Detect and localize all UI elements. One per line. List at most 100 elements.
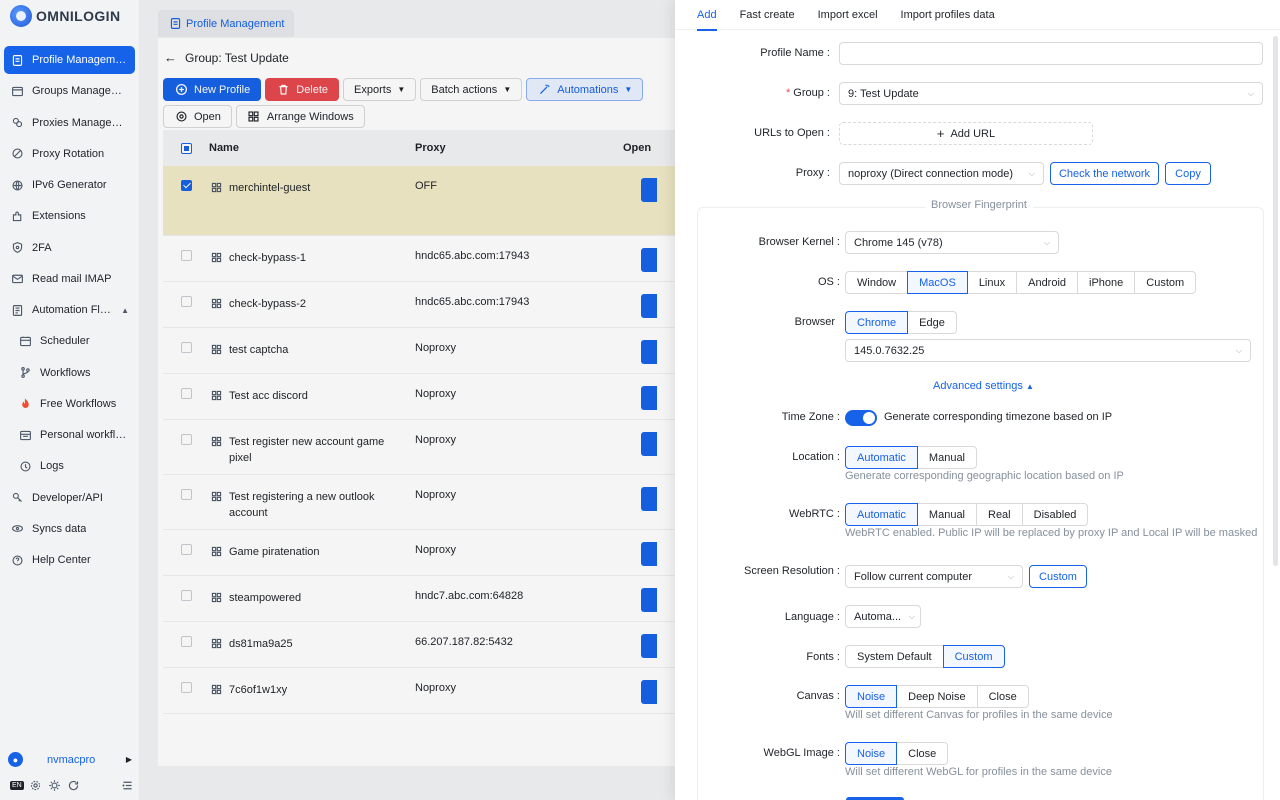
open-profile-button[interactable] (641, 294, 657, 318)
sidebar-item-read-mail-imap[interactable]: Read mail IMAP (4, 265, 135, 293)
profile-name[interactable]: test captcha (229, 342, 389, 358)
sidebar-item-developer-api[interactable]: Developer/API (4, 484, 135, 512)
table-row[interactable]: Test register new account game pixel Nopr… (163, 420, 703, 475)
select-all-checkbox[interactable] (180, 142, 192, 154)
row-checkbox[interactable] (180, 590, 192, 601)
profile-name[interactable]: check-bypass-2 (229, 296, 389, 312)
open-profile-button[interactable] (641, 588, 657, 612)
drawer-scrollbar[interactable] (1273, 36, 1278, 566)
row-checkbox[interactable] (180, 342, 192, 353)
sidebar-item-help-center[interactable]: Help Center (4, 546, 135, 574)
profile-name[interactable]: 7c6of1w1xy (229, 682, 389, 698)
open-profile-button[interactable] (641, 432, 657, 456)
profile-name[interactable]: Test acc discord (229, 388, 389, 404)
advanced-settings-toggle[interactable]: Advanced settings ▲ (933, 380, 1034, 392)
gear-icon[interactable] (29, 778, 43, 792)
check-network-button[interactable]: Check the network (1050, 162, 1159, 185)
tab-fast-create[interactable]: Fast create (740, 0, 795, 30)
column-name[interactable]: Name (209, 142, 415, 154)
tab-import-profiles-data[interactable]: Import profiles data (901, 0, 995, 30)
tab-import-excel[interactable]: Import excel (818, 0, 878, 30)
os-option-android[interactable]: Android (1016, 271, 1079, 294)
language-badge[interactable]: EN (10, 780, 24, 790)
browser-option-chrome[interactable]: Chrome (845, 311, 909, 334)
row-checkbox[interactable] (180, 434, 192, 445)
collapse-sidebar-icon[interactable] (120, 778, 134, 792)
add-url-button[interactable]: + Add URL (839, 122, 1093, 145)
table-row[interactable]: check-bypass-2 hndc65.abc.com:17943 (163, 282, 703, 328)
table-row[interactable]: test captcha Noproxy (163, 328, 703, 374)
sidebar-item-logs[interactable]: Logs (4, 452, 135, 480)
open-button[interactable]: Open (163, 105, 232, 128)
row-checkbox[interactable] (180, 544, 192, 555)
os-option-window[interactable]: Window (845, 271, 909, 294)
table-row[interactable]: merchintel-guest OFF (163, 166, 703, 236)
sun-icon[interactable] (48, 778, 62, 792)
sidebar-item-profile-management[interactable]: Profile Management (4, 46, 135, 74)
table-row[interactable]: ds81ma9a25 66.207.187.82:5432 (163, 622, 703, 668)
row-checkbox[interactable] (180, 682, 192, 693)
webgl-option-close[interactable]: Close (896, 742, 949, 765)
profile-name[interactable]: Game piratenation (229, 544, 389, 560)
table-row[interactable]: 7c6of1w1xy Noproxy (163, 668, 703, 714)
open-profile-button[interactable] (641, 542, 657, 566)
timezone-switch[interactable] (845, 410, 877, 426)
sidebar-item-extensions[interactable]: Extensions (4, 202, 135, 230)
tab-add[interactable]: Add (697, 0, 717, 31)
os-option-macos[interactable]: MacOS (907, 271, 968, 294)
location-option-manual[interactable]: Manual (916, 446, 977, 469)
sidebar-item-ipv6-generator[interactable]: IPv6 Generator (4, 171, 135, 199)
table-row[interactable]: steampowered hndc7.abc.com:64828 (163, 576, 703, 622)
new-profile-button[interactable]: New Profile (163, 78, 262, 101)
delete-button[interactable]: Delete (265, 78, 340, 101)
user-menu[interactable]: ● nvmacpro ▶ (8, 752, 132, 767)
row-checkbox[interactable] (180, 180, 192, 191)
canvas-option-noise[interactable]: Noise (845, 685, 898, 708)
webrtc-option-real[interactable]: Real (976, 503, 1023, 526)
open-profile-button[interactable] (641, 178, 657, 202)
profile-name-field[interactable] (839, 42, 1263, 65)
table-row[interactable]: check-bypass-1 hndc65.abc.com:17943 (163, 236, 703, 282)
sidebar-item-syncs-data[interactable]: Syncs data (4, 515, 135, 543)
group-select[interactable]: 9: Test Update ⌵ (839, 82, 1263, 105)
sidebar-item-groups[interactable]: Groups Managem... (4, 77, 135, 105)
profile-name[interactable]: ds81ma9a25 (229, 636, 389, 652)
table-row[interactable]: Test acc discord Noproxy (163, 374, 703, 420)
tab-profile-management[interactable]: Profile Management (158, 10, 295, 37)
proxy-select[interactable]: noproxy (Direct connection mode) ⌵ (839, 162, 1044, 185)
browser-version-select[interactable]: 145.0.7632.25 ⌵ (845, 339, 1251, 362)
sidebar-item-automation-flow[interactable]: Automation Flow ▲ (4, 296, 135, 324)
screen-resolution-custom-button[interactable]: Custom (1029, 565, 1087, 588)
row-checkbox[interactable] (180, 489, 192, 500)
screen-resolution-select[interactable]: Follow current computer ⌵ (845, 565, 1023, 588)
fonts-option-custom[interactable]: Custom (942, 645, 1005, 668)
open-profile-button[interactable] (641, 634, 657, 658)
os-option-custom[interactable]: Custom (1134, 271, 1197, 294)
fonts-option-system-default[interactable]: System Default (845, 645, 944, 668)
profile-name[interactable]: merchintel-guest (229, 180, 389, 196)
sidebar-item-proxy-rotation[interactable]: Proxy Rotation (4, 140, 135, 168)
profile-name[interactable]: check-bypass-1 (229, 250, 389, 266)
profile-name[interactable]: Test registering a new outlook account (229, 489, 389, 521)
profile-name[interactable]: steampowered (229, 590, 389, 606)
os-option-linux[interactable]: Linux (966, 271, 1018, 294)
open-profile-button[interactable] (641, 340, 657, 364)
sidebar-item-personal-workflows[interactable]: Personal workflo... (4, 421, 135, 449)
batch-actions-button[interactable]: Batch actions ▼ (420, 78, 523, 101)
open-profile-button[interactable] (641, 386, 657, 410)
row-checkbox[interactable] (180, 250, 192, 261)
column-proxy[interactable]: Proxy (415, 142, 623, 154)
webrtc-option-manual[interactable]: Manual (916, 503, 977, 526)
copy-proxy-button[interactable]: Copy (1165, 162, 1211, 185)
arrow-left-icon[interactable]: ← (164, 50, 177, 65)
browser-kernel-select[interactable]: Chrome 145 (v78) ⌵ (845, 231, 1059, 254)
open-profile-button[interactable] (641, 248, 657, 272)
profile-name[interactable]: Test register new account game pixel (229, 434, 389, 466)
open-profile-button[interactable] (641, 680, 657, 704)
row-checkbox[interactable] (180, 296, 192, 307)
webrtc-option-disabled[interactable]: Disabled (1021, 503, 1089, 526)
open-profile-button[interactable] (641, 487, 657, 511)
canvas-option-deep-noise[interactable]: Deep Noise (896, 685, 978, 708)
sidebar-item-scheduler[interactable]: Scheduler (4, 327, 135, 355)
automations-button[interactable]: Automations ▼ (526, 78, 644, 101)
